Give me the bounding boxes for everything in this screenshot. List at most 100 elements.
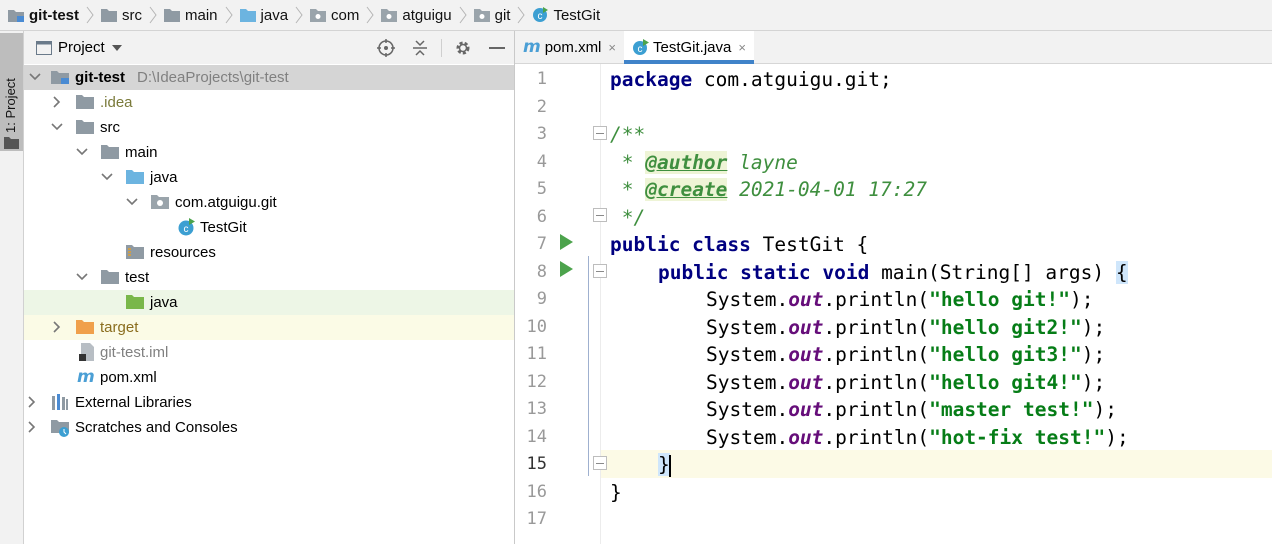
tree-item-testgit[interactable]: c TestGit <box>24 215 514 240</box>
project-panel-title[interactable]: Project <box>58 39 105 56</box>
fold-icon[interactable] <box>593 126 607 140</box>
code-text: .println( <box>823 425 930 449</box>
module-folder-icon <box>51 69 69 84</box>
chevron-right-icon <box>222 0 236 31</box>
tree-item-iml[interactable]: git-test.iml <box>24 340 514 365</box>
project-tool-label: 1: Project <box>3 78 18 133</box>
close-icon[interactable]: × <box>608 40 616 55</box>
code-text: ); <box>1081 315 1106 339</box>
folder-icon <box>76 119 94 134</box>
tree-item-label: test <box>125 269 150 286</box>
close-icon[interactable]: × <box>738 40 746 55</box>
breadcrumb-item-src[interactable]: src <box>99 0 144 31</box>
tree-item-label: pom.xml <box>100 369 157 386</box>
breadcrumb-item-main[interactable]: main <box>162 0 220 31</box>
chevron-down-icon[interactable] <box>75 145 89 159</box>
breadcrumb-label: com <box>331 6 360 24</box>
code-line-11: System.out.println("hello git3!"); <box>706 341 1105 369</box>
tab-label: TestGit.java <box>653 38 732 56</box>
chevron-down-icon[interactable] <box>125 195 139 209</box>
tree-item-idea[interactable]: .idea <box>24 90 514 115</box>
code-editor[interactable]: 1 2 3 4 5 6 7 8 9 10 11 12 13 14 15 16 1… <box>515 64 1272 544</box>
line-number: 16 <box>526 481 547 502</box>
code-line-9: System.out.println("hello git!"); <box>706 286 1093 314</box>
gear-icon[interactable] <box>446 31 480 64</box>
iml-file-icon <box>79 343 95 361</box>
folder-icon <box>164 8 180 22</box>
line-number: 4 <box>536 151 547 172</box>
string-literal: "hello git3!" <box>929 343 1082 366</box>
tree-item-pom[interactable]: m pom.xml <box>24 365 514 390</box>
tree-item-resources[interactable]: resources <box>24 240 514 265</box>
code-text: System. <box>706 315 789 339</box>
chevron-right-icon <box>363 0 377 31</box>
package-icon <box>381 8 398 22</box>
breadcrumb-label: main <box>185 6 218 24</box>
tree-item-target[interactable]: target <box>24 315 514 340</box>
tree-item-java-test[interactable]: java <box>24 290 514 315</box>
line-number: 11 <box>526 344 547 364</box>
tree-item-src[interactable]: src <box>24 115 514 140</box>
tree-item-label: git-test.iml <box>100 344 169 361</box>
fold-guide <box>588 256 589 476</box>
chevron-right-icon <box>83 0 97 31</box>
line-number: 6 <box>536 206 547 227</box>
static-field: out <box>788 398 824 421</box>
tree-item-java-main[interactable]: java <box>24 165 514 190</box>
fold-icon[interactable] <box>593 208 607 222</box>
code-line-13: System.out.println("master test!"); <box>706 396 1117 424</box>
tree-item-external-libraries[interactable]: External Libraries <box>24 390 514 415</box>
breadcrumb-item-com[interactable]: com <box>308 0 361 31</box>
collapse-all-icon[interactable] <box>403 31 437 64</box>
code-line-15: } <box>658 451 671 479</box>
chevron-right-icon <box>456 0 470 31</box>
static-field: out <box>788 315 824 339</box>
code-text: System. <box>706 398 789 421</box>
tab-testgit-java[interactable]: c TestGit.java × <box>624 31 754 64</box>
run-icon[interactable] <box>560 234 573 250</box>
breadcrumb-label: src <box>122 6 142 24</box>
chevron-down-icon[interactable] <box>50 120 64 134</box>
chevron-right-icon[interactable] <box>50 95 64 109</box>
code-area[interactable]: package com.atguigu.git; /** * @author l… <box>610 64 1129 504</box>
fold-icon[interactable] <box>593 264 607 278</box>
code-text: .println( <box>823 370 930 394</box>
string-literal: "hello git2!" <box>929 315 1082 339</box>
breadcrumb-item-testgit[interactable]: c TestGit <box>530 0 602 31</box>
doc-tag: @create <box>645 178 728 201</box>
java-class-icon: c <box>532 7 549 23</box>
chevron-down-icon[interactable] <box>111 44 122 51</box>
tab-pom-xml[interactable]: m pom.xml × <box>515 31 624 63</box>
breadcrumb-label: git <box>494 6 511 24</box>
chevron-right-icon[interactable] <box>25 395 39 409</box>
line-number: 17 <box>526 509 547 529</box>
breadcrumb-item-git[interactable]: git <box>472 0 513 31</box>
chevron-down-icon[interactable] <box>75 270 89 284</box>
tree-item-git-test[interactable]: git-test D:\IdeaProjects\git-test <box>24 65 514 90</box>
svg-text:c: c <box>638 44 643 55</box>
chevron-down-icon[interactable] <box>28 70 42 84</box>
tree-item-label: Scratches and Consoles <box>75 419 238 436</box>
tree-item-main[interactable]: main <box>24 140 514 165</box>
chevron-down-icon[interactable] <box>100 170 114 184</box>
breadcrumb-item-java[interactable]: java <box>238 0 291 31</box>
locate-icon[interactable] <box>369 31 403 64</box>
code-text: ); <box>1081 370 1106 394</box>
tree-item-package[interactable]: com.atguigu.git <box>24 190 514 215</box>
code-text: ); <box>1093 398 1117 421</box>
keyword: package <box>610 68 693 91</box>
project-tool-button[interactable]: 1: Project <box>0 33 23 151</box>
breadcrumb-item-git-test[interactable]: git-test <box>6 0 81 31</box>
java-class-icon: c <box>177 218 195 236</box>
breadcrumb-item-atguigu[interactable]: atguigu <box>379 0 453 31</box>
fold-icon[interactable] <box>593 456 607 470</box>
line-number: 2 <box>536 96 547 117</box>
tree-item-test[interactable]: test <box>24 265 514 290</box>
hide-icon[interactable] <box>480 31 514 64</box>
chevron-right-icon[interactable] <box>25 420 39 434</box>
run-icon[interactable] <box>560 261 573 277</box>
tree-item-scratches[interactable]: Scratches and Consoles <box>24 415 514 440</box>
chevron-right-icon[interactable] <box>50 320 64 334</box>
tree-item-label: main <box>125 144 158 161</box>
code-line-10: System.out.println("hello git2!"); <box>706 314 1105 342</box>
